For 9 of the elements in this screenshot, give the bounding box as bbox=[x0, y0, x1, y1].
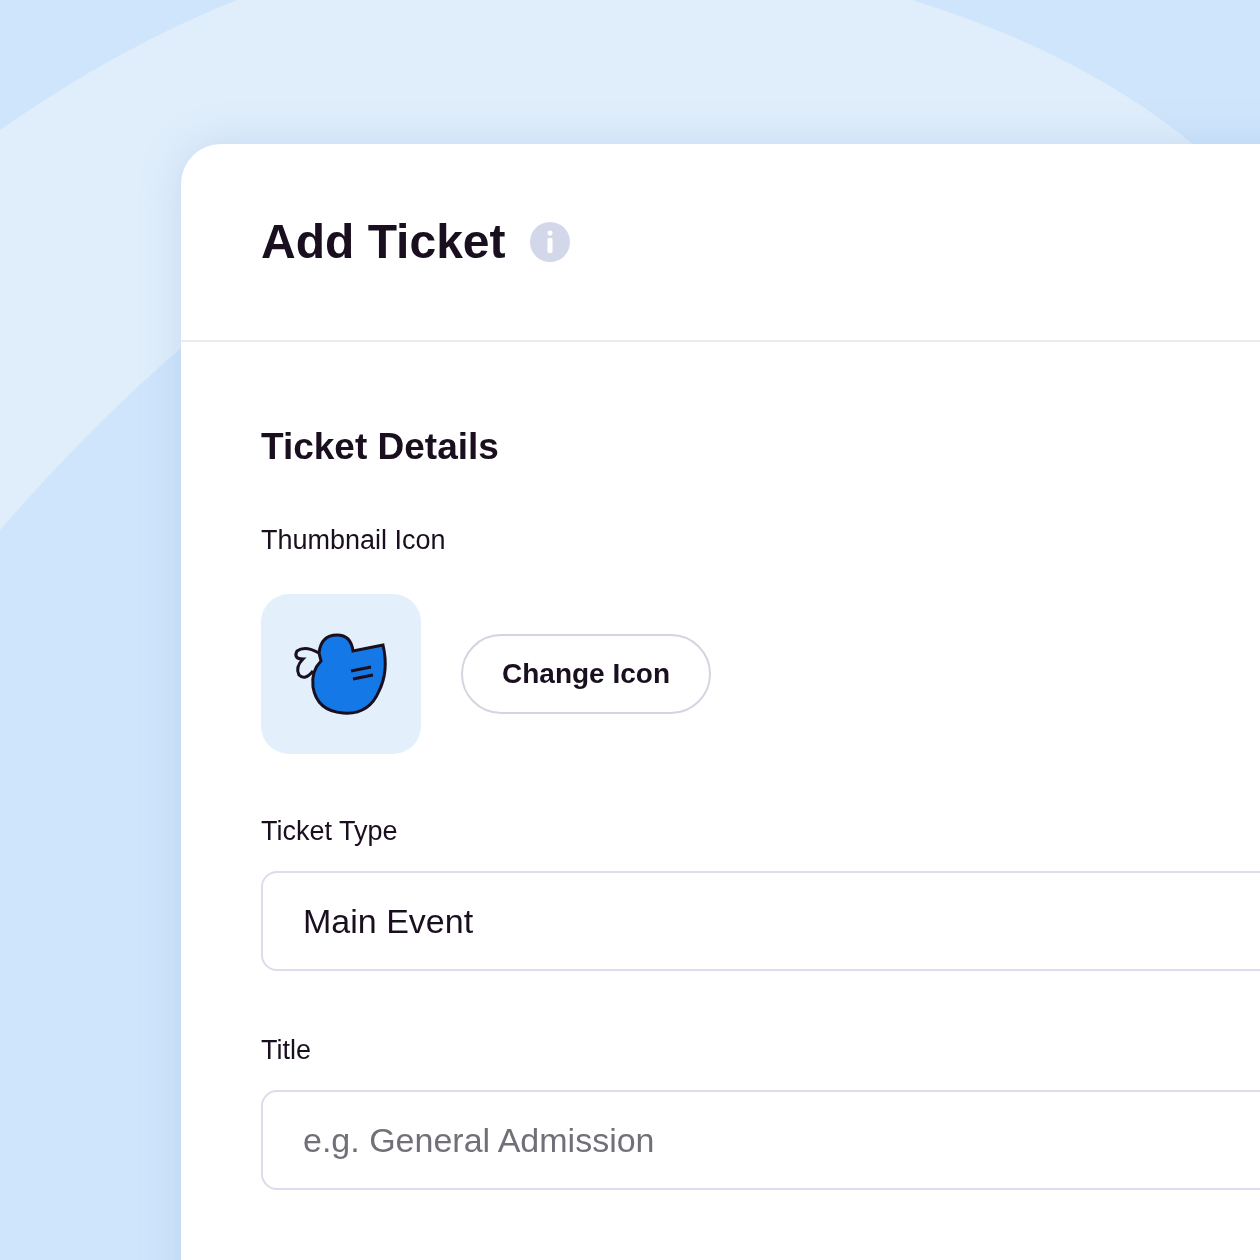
section-title: Ticket Details bbox=[261, 428, 500, 465]
field-label: Ticket Type bbox=[261, 818, 399, 845]
title-input-field[interactable]: e.g. General Admission bbox=[261, 1090, 1260, 1190]
page-title: Add Ticket bbox=[261, 214, 506, 270]
thumbnail-label: Thumbnail Icon bbox=[261, 527, 447, 554]
info-icon[interactable] bbox=[529, 222, 570, 262]
field-label: Title bbox=[261, 1037, 312, 1064]
ticket-type-select[interactable]: Main Event bbox=[261, 871, 1260, 971]
change-icon-button[interactable]: Change Icon bbox=[461, 634, 711, 714]
